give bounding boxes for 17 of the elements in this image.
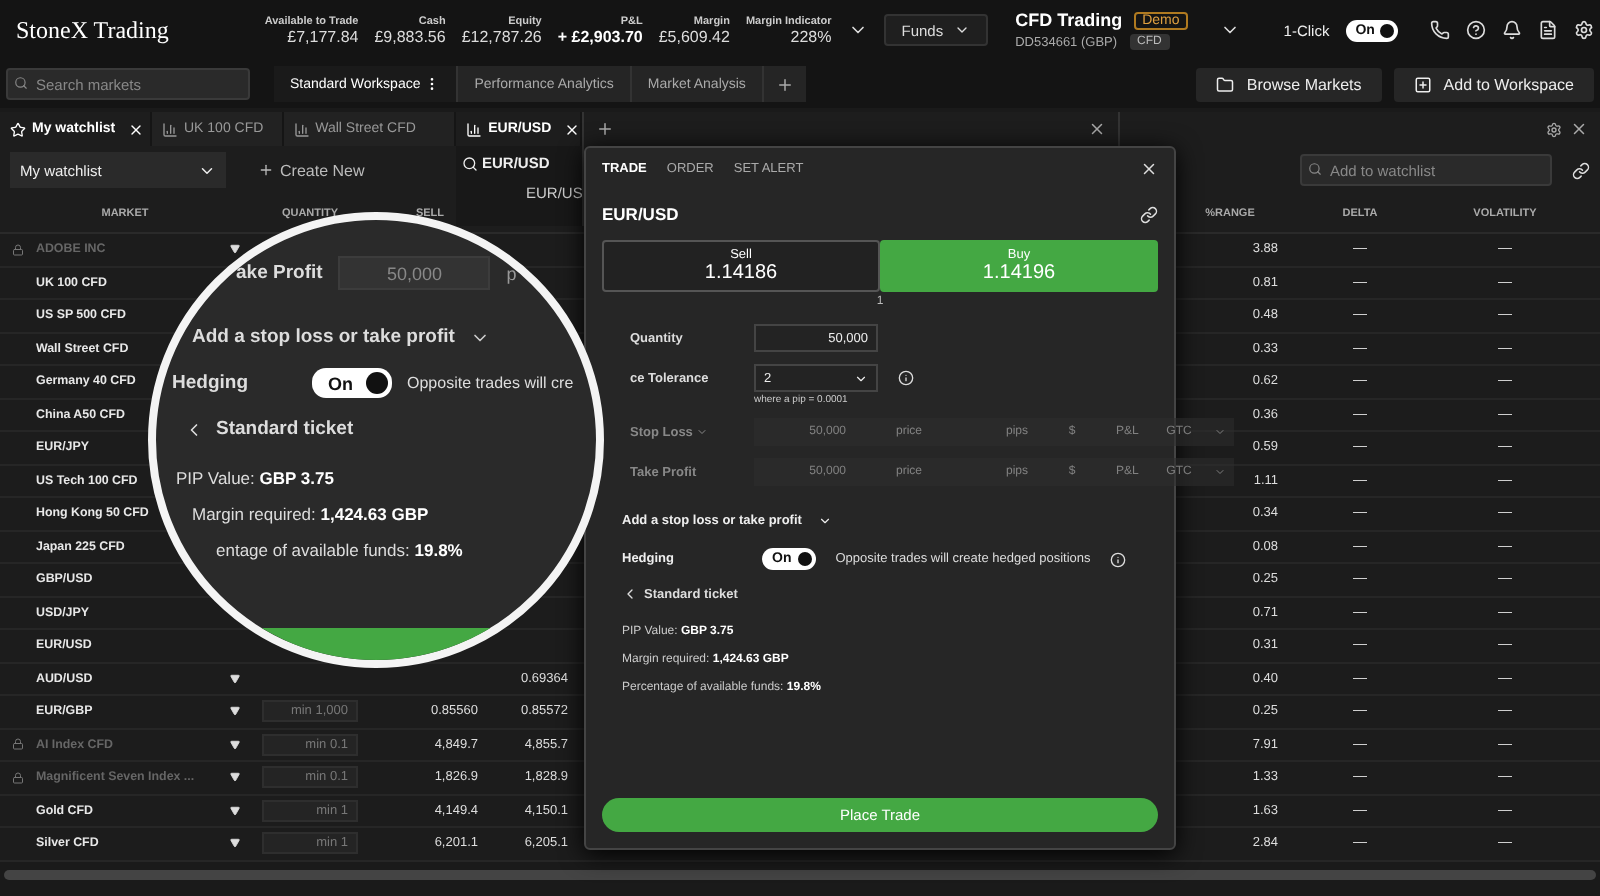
stat-value: £5,609.42 <box>658 27 730 45</box>
hedging-note: Opposite trades will cre <box>407 374 574 392</box>
app-logo: StoneX Trading <box>16 15 169 45</box>
field-label: ake Profit <box>236 262 323 284</box>
stat-value: + £2,903.70 <box>557 27 643 45</box>
info-text: Margin required: 1,424.63 GBP <box>192 504 429 524</box>
ticket-title: EUR/USD <box>602 204 679 224</box>
amount-field: 50,000 <box>338 256 491 290</box>
stat-value: £12,787.26 <box>461 27 542 45</box>
field-text: p <box>506 263 517 283</box>
info-text: PIP Value: GBP 3.75 <box>176 468 334 488</box>
info-text: entage of available funds: 19.8% <box>216 540 463 560</box>
stat-value: £7,177.84 <box>287 27 359 45</box>
account-name: CFD Trading <box>1015 10 1123 30</box>
stat-value: 228% <box>790 27 832 45</box>
hedging-label: Hedging <box>172 372 250 394</box>
stat-value: £9,883.56 <box>374 27 446 45</box>
